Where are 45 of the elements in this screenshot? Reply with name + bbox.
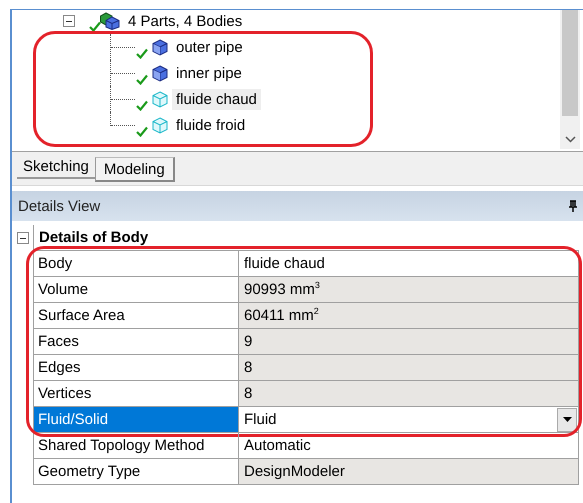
cube-icon (152, 90, 168, 108)
property-value: 9 (239, 329, 579, 354)
cube-icon (152, 64, 168, 82)
collapse-toggle[interactable] (63, 15, 75, 27)
property-row[interactable]: Edges 8 (34, 355, 579, 381)
chevron-down-icon[interactable] (564, 136, 576, 142)
dropdown-button[interactable] (557, 408, 577, 432)
scrollbar-thumb[interactable] (562, 10, 578, 116)
collapse-toggle[interactable] (16, 232, 28, 244)
tree-item[interactable]: outer pipe (172, 36, 247, 58)
property-row[interactable]: Faces 9 (34, 329, 579, 355)
property-row[interactable]: Surface Area 60411 mm$^{2}$ (34, 303, 579, 329)
cubes-icon (100, 12, 120, 30)
cube-icon (152, 116, 168, 134)
check-icon (136, 48, 148, 59)
property-value[interactable]: Automatic (239, 433, 579, 458)
tab[interactable]: Modeling (94, 157, 175, 182)
dropdown-field[interactable]: Fluid (239, 407, 579, 432)
check-icon (89, 21, 101, 32)
property-value: DesignModeler (239, 459, 579, 484)
property-row[interactable]: Vertices 8 (34, 381, 579, 407)
check-icon (136, 74, 148, 85)
cube-icon (152, 38, 168, 56)
property-row[interactable]: Volume 90993 mm$^{3}$ (34, 277, 579, 303)
group-title: Details of Body (34, 225, 579, 251)
panel-title: Details View (18, 198, 102, 214)
property-value[interactable]: fluide chaud (239, 251, 579, 276)
check-icon (136, 126, 148, 137)
scrollbar[interactable] (560, 10, 580, 149)
property-row[interactable]: Geometry Type DesignModeler (34, 459, 579, 485)
property-name[interactable]: Fluid/Solid (34, 407, 239, 432)
tree-item[interactable]: fluide chaud (172, 88, 261, 110)
property-name[interactable]: Shared Topology Method (34, 433, 239, 458)
caret-icon (562, 417, 572, 422)
pin-icon[interactable] (569, 200, 577, 212)
property-value: 90993 mm$^{3}$ (239, 277, 579, 302)
tree-item[interactable]: 4 Parts, 4 Bodies (124, 10, 246, 32)
tree-item[interactable]: fluide froid (172, 114, 250, 136)
property-row[interactable]: Fluid/Solid Fluid (34, 407, 579, 433)
tree-item[interactable]: inner pipe (172, 62, 246, 84)
property-value: 60411 mm$^{2}$ (239, 303, 579, 328)
check-icon (136, 100, 148, 111)
property-value: 8 (239, 381, 579, 406)
property-name[interactable]: Body (34, 251, 239, 276)
property-value: 8 (239, 355, 579, 380)
